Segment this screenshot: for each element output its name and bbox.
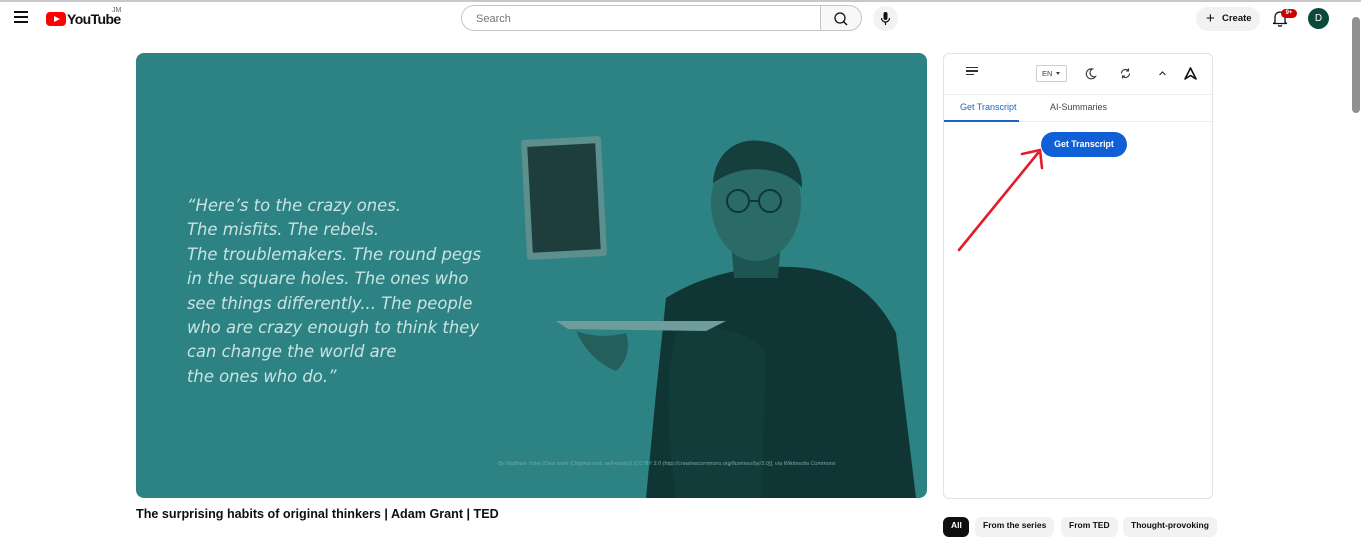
plus-icon: + (1206, 10, 1215, 27)
logo-country-code: JM (112, 7, 122, 14)
chip-thought-provoking[interactable]: Thought-provoking (1123, 517, 1217, 537)
scrollbar-thumb[interactable] (1352, 17, 1360, 113)
panel-tabs: Get Transcript AI-Summaries (944, 94, 1212, 122)
panel-menu-icon[interactable] (966, 67, 978, 76)
notification-count-badge: 9+ (1281, 9, 1297, 18)
get-transcript-button[interactable]: Get Transcript (1041, 132, 1127, 157)
chip-from-the-series[interactable]: From the series (975, 517, 1055, 537)
tab-get-transcript[interactable]: Get Transcript (960, 102, 1017, 112)
chip-all[interactable]: All (943, 517, 969, 537)
dark-mode-moon-icon[interactable] (1084, 67, 1097, 80)
search-button[interactable] (820, 5, 862, 31)
refresh-icon[interactable] (1119, 67, 1132, 80)
chevron-up-icon[interactable] (1156, 67, 1169, 80)
youtube-play-logo-icon (46, 12, 66, 26)
transcript-extension-panel: EN Get Transcript AI-Summaries Get Trans… (943, 53, 1213, 499)
chevron-down-icon (1056, 72, 1060, 75)
hamburger-menu-icon[interactable] (14, 11, 28, 23)
top-strip (0, 0, 1361, 2)
extension-logo-icon[interactable] (1184, 67, 1197, 80)
microphone-icon (880, 12, 891, 25)
create-label: Create (1222, 13, 1252, 24)
video-quote-text: “Here’s to the crazy ones. The misfits. … (187, 196, 481, 386)
language-select[interactable]: EN (1036, 65, 1067, 82)
search-icon (834, 12, 848, 26)
tab-ai-summaries[interactable]: AI-Summaries (1050, 102, 1107, 112)
youtube-logo[interactable]: YouTube (46, 11, 122, 29)
active-tab-indicator (944, 120, 1019, 122)
search-box (461, 5, 820, 32)
create-button[interactable]: + Create (1196, 7, 1260, 31)
search-input[interactable] (474, 6, 808, 32)
voice-search-button[interactable] (873, 6, 898, 31)
video-frame-person-image (521, 136, 916, 498)
video-player[interactable]: “Here’s to the crazy ones. The misfits. … (136, 53, 927, 498)
avatar[interactable]: D (1308, 8, 1329, 29)
video-image-credit: By Matthew Yohe (Own work (Original text… (498, 461, 836, 467)
chip-from-ted[interactable]: From TED (1061, 517, 1118, 537)
video-title: The surprising habits of original thinke… (136, 507, 499, 521)
